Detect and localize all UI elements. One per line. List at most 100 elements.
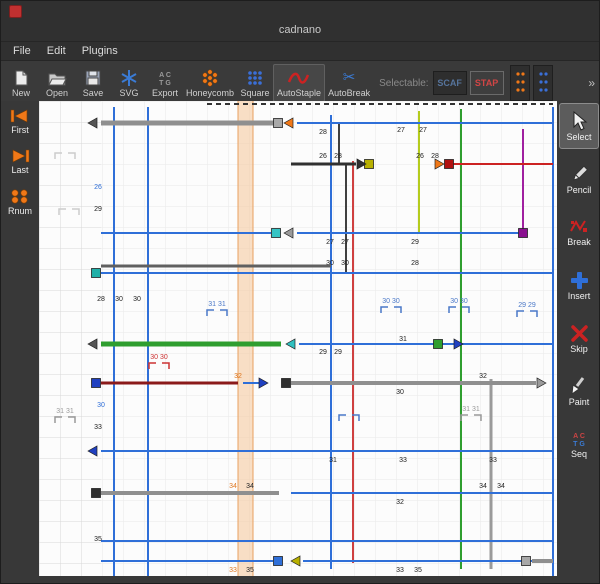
base-index-label: 31	[329, 457, 337, 464]
scaf-toggle[interactable]: SCAF	[433, 71, 467, 95]
selectable-label: Selectable:	[379, 78, 428, 89]
grid	[39, 101, 557, 576]
autostaple-button[interactable]: AutoStaple	[273, 64, 325, 102]
strand-endpoint-square[interactable]	[92, 379, 101, 388]
strand-endpoint-square[interactable]	[92, 269, 101, 278]
insertion-count: 30 30	[382, 298, 400, 305]
last-arrow-icon	[10, 149, 30, 163]
cursor-icon	[569, 111, 589, 131]
base-index-label: 35	[246, 567, 254, 574]
button-label: Rnum	[8, 206, 32, 216]
path-view[interactable]: 31 3130 3030 3029 2930 3031 3131 3128272…	[39, 101, 557, 576]
staple-color-picker[interactable]	[533, 65, 553, 101]
base-index-label: 27	[419, 127, 427, 134]
path-view-canvas[interactable]: 31 3130 3030 3029 2930 3031 3131 3128272…	[39, 101, 557, 576]
button-label: Insert	[568, 291, 591, 301]
export-sequence-icon: A CT G	[156, 69, 174, 87]
strand-endpoint-square[interactable]	[522, 557, 531, 566]
new-button[interactable]: New	[3, 64, 39, 102]
base-index-label: 29	[319, 349, 327, 356]
strand-endpoint-square[interactable]	[272, 229, 281, 238]
orange-dots-icon	[515, 70, 525, 96]
base-index-label: 30	[396, 389, 404, 396]
renumber-icon	[10, 189, 30, 204]
export-button[interactable]: A CT G Export	[147, 64, 183, 102]
open-folder-icon	[47, 69, 67, 87]
button-label: Skip	[570, 344, 588, 354]
autostaple-icon	[287, 69, 311, 87]
break-icon	[569, 218, 589, 236]
autobreak-button[interactable]: ✂ AutoBreak	[325, 64, 373, 102]
base-index-label: 29	[94, 206, 102, 213]
menu-file[interactable]: File	[5, 45, 39, 57]
strand-endpoint-square[interactable]	[92, 489, 101, 498]
pencil-tool-button[interactable]: Pencil	[559, 156, 599, 202]
insertion-count: 31 31	[56, 408, 74, 415]
button-label: Last	[11, 165, 28, 175]
last-button[interactable]: Last	[2, 149, 38, 175]
honeycomb-lattice-icon	[200, 69, 220, 87]
strand-endpoint-square[interactable]	[274, 557, 283, 566]
square-lattice-icon	[246, 69, 264, 87]
base-index-label: 28	[334, 153, 342, 160]
seq-tool-button[interactable]: A CT G Seq	[559, 421, 599, 467]
strand-endpoint-square[interactable]	[434, 340, 443, 349]
insertion-count: 31 31	[462, 406, 480, 413]
new-document-icon	[12, 69, 30, 87]
skip-tool-button[interactable]: Skip	[559, 315, 599, 361]
menu-plugins[interactable]: Plugins	[74, 45, 126, 57]
svg-export-button[interactable]: SVG	[111, 64, 147, 102]
insertion-count: 31 31	[208, 301, 226, 308]
scaffold-color-picker[interactable]	[510, 65, 530, 101]
menu-edit[interactable]: Edit	[39, 45, 74, 57]
grid-margin	[39, 101, 101, 576]
base-index-label: 30	[115, 296, 123, 303]
honeycomb-button[interactable]: Honeycomb	[183, 64, 237, 102]
button-label: AutoBreak	[328, 88, 370, 98]
button-label: AutoStaple	[277, 88, 321, 98]
button-label: Seq	[571, 449, 587, 459]
base-index-label: 27	[341, 239, 349, 246]
button-label: Export	[152, 88, 178, 98]
strand-endpoint-square[interactable]	[274, 119, 283, 128]
button-label: New	[12, 88, 30, 98]
first-arrow-icon	[10, 109, 30, 123]
paint-tool-button[interactable]: Paint	[559, 368, 599, 414]
base-index-label: 27	[326, 239, 334, 246]
menubar: File Edit Plugins	[1, 42, 599, 61]
strand-endpoint-square[interactable]	[445, 160, 454, 169]
base-index-label: 29	[411, 239, 419, 246]
base-index-label: 32	[479, 373, 487, 380]
insert-tool-button[interactable]: Insert	[559, 262, 599, 308]
break-tool-button[interactable]: Break	[559, 209, 599, 255]
base-index-label: 28	[431, 153, 439, 160]
renumber-button[interactable]: Rnum	[2, 189, 38, 216]
open-button[interactable]: Open	[39, 64, 75, 102]
base-index-label: 33	[489, 457, 497, 464]
base-index-label: 26	[319, 153, 327, 160]
base-index-label: 33	[94, 424, 102, 431]
sequence-letters-icon: A CT G	[569, 430, 589, 448]
titlebar: cadnano	[1, 1, 599, 42]
pencil-icon	[569, 164, 589, 184]
highlight-column[interactable]	[238, 101, 253, 576]
svg-text:T G: T G	[159, 80, 171, 87]
toolbar-overflow-chevron[interactable]: »	[588, 76, 595, 90]
square-button[interactable]: Square	[237, 64, 273, 102]
autobreak-scissors-icon: ✂	[343, 69, 356, 87]
base-index-label: 30	[341, 260, 349, 267]
insertion-count: 29 29	[518, 302, 536, 309]
bottom-edge	[39, 576, 557, 584]
button-label: Break	[567, 237, 591, 247]
save-button[interactable]: Save	[75, 64, 111, 102]
first-button[interactable]: First	[2, 109, 38, 135]
button-label: Select	[566, 132, 591, 142]
base-index-label: 26	[94, 184, 102, 191]
right-toolbar: Select Pencil Break Insert Skip Paint A …	[557, 101, 600, 584]
strand-endpoint-square[interactable]	[282, 379, 291, 388]
stap-toggle[interactable]: STAP	[470, 71, 504, 95]
strand-endpoint-square[interactable]	[519, 229, 528, 238]
select-tool-button[interactable]: Select	[559, 103, 599, 149]
base-index-label: 28	[411, 260, 419, 267]
button-label: Paint	[569, 397, 590, 407]
